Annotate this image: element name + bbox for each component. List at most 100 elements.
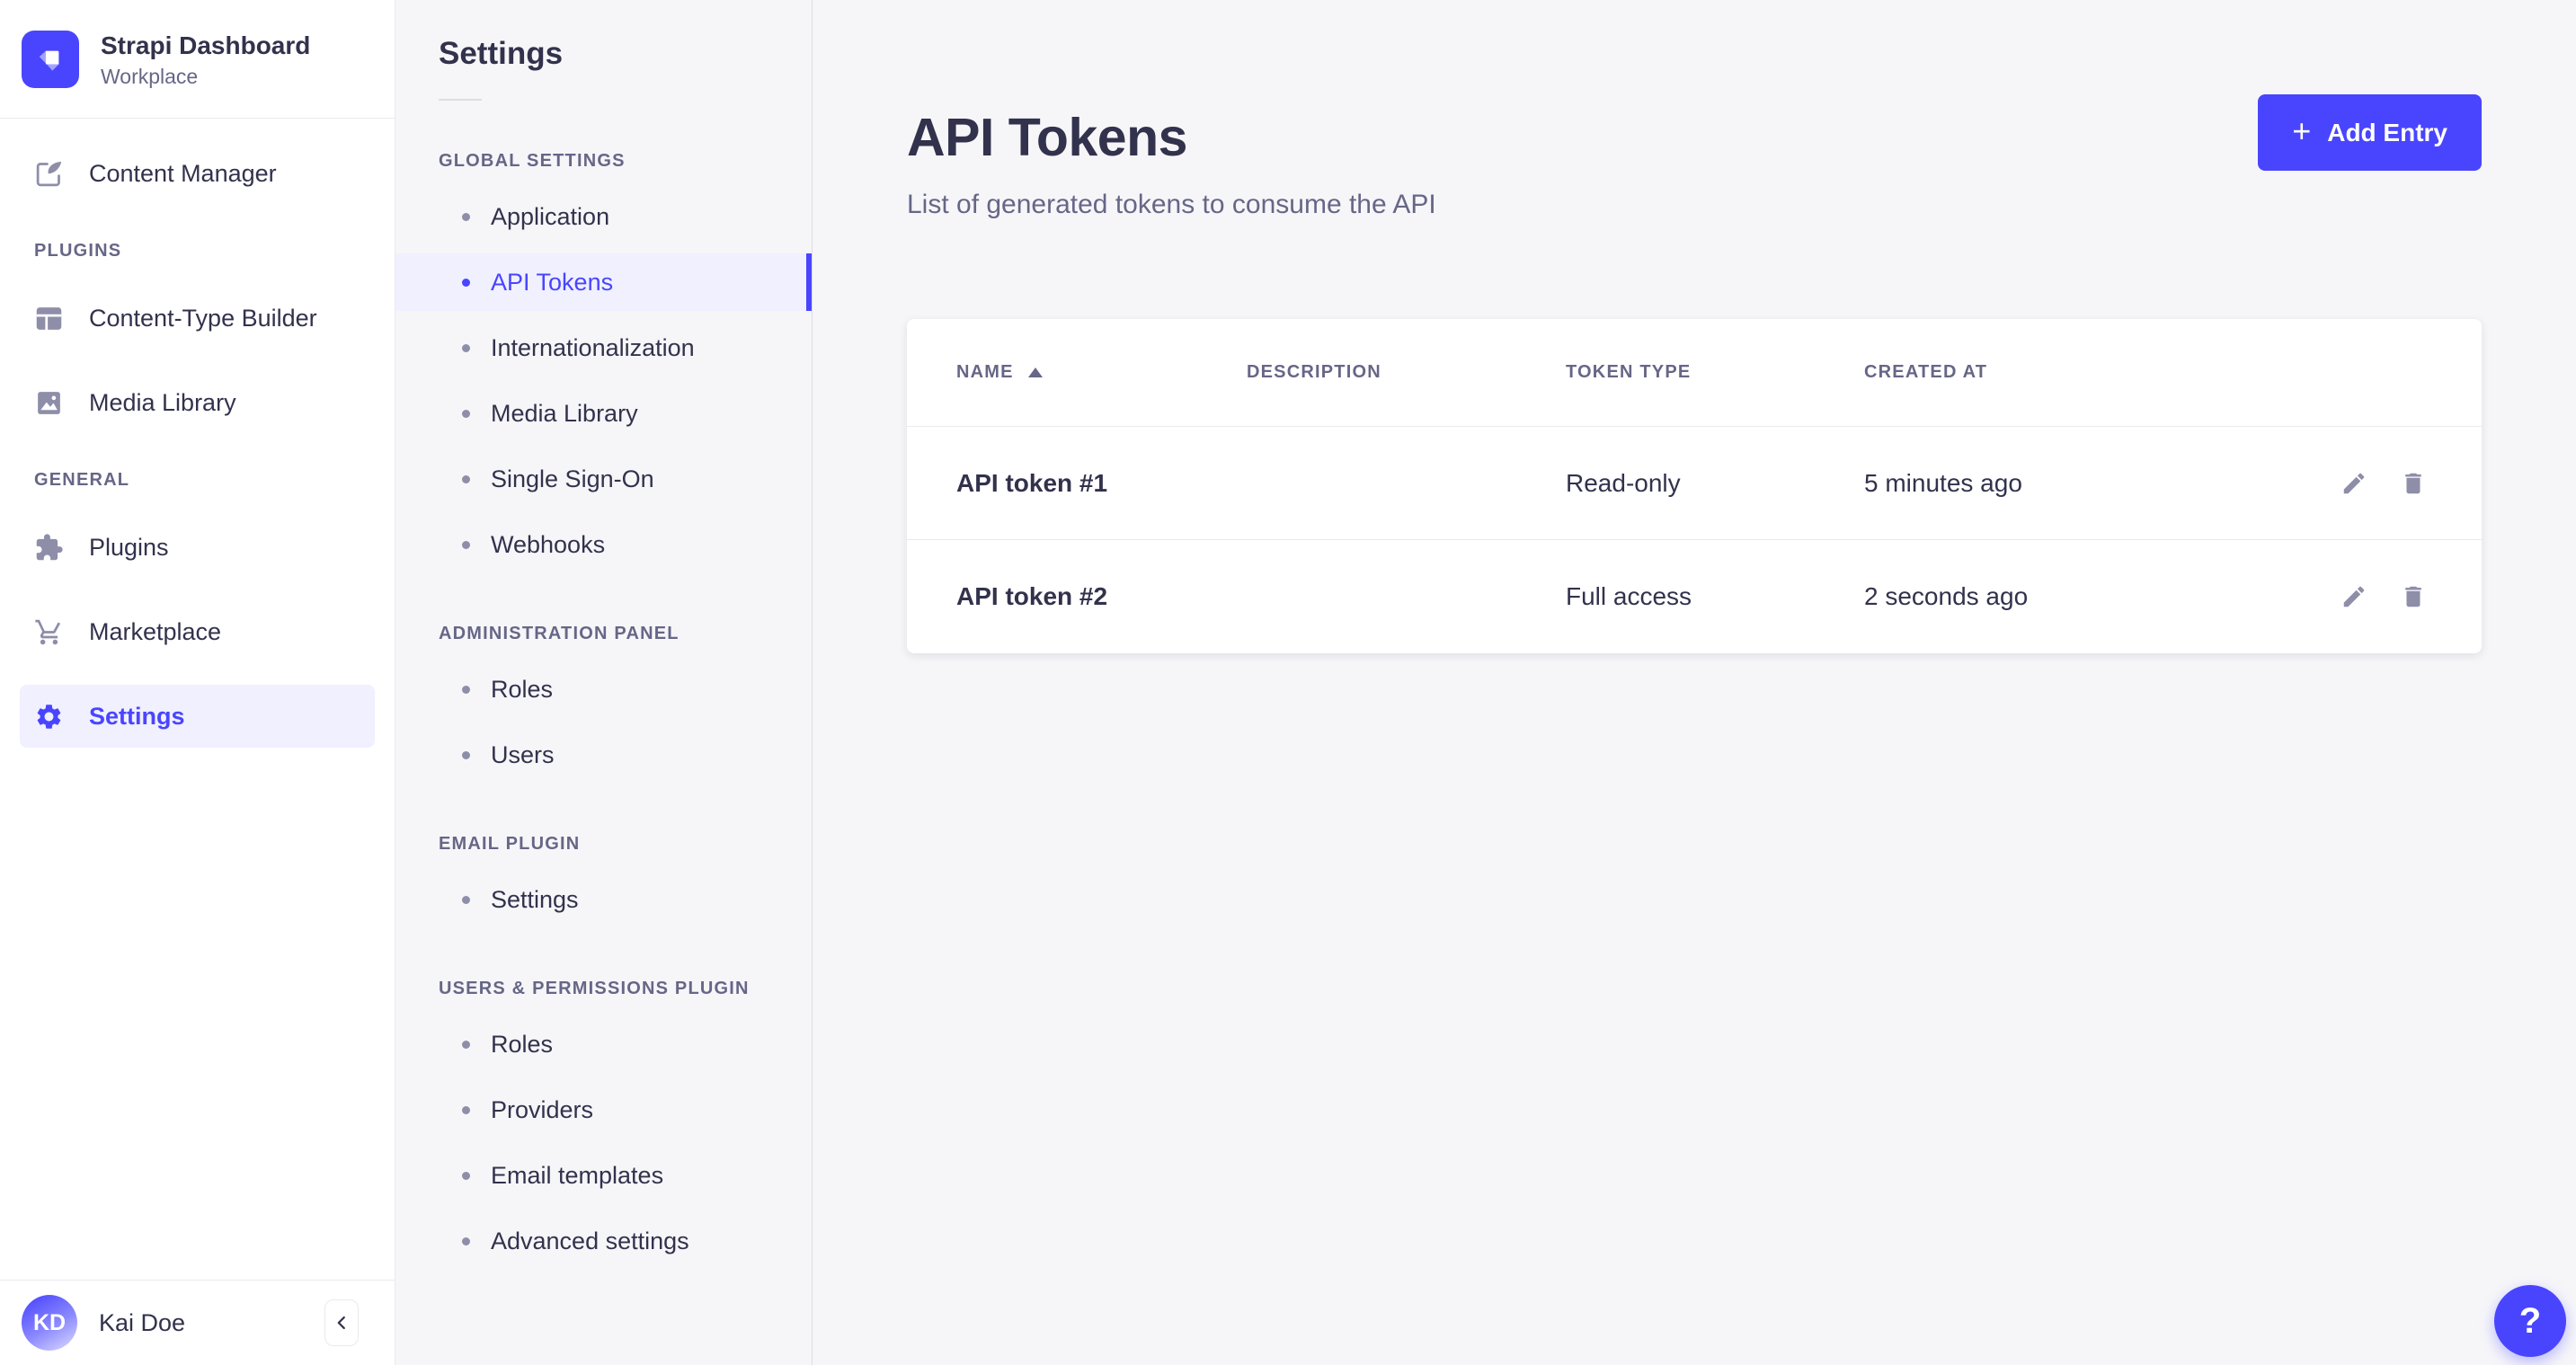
sidebar-section-plugins: PLUGINS — [34, 241, 375, 261]
gear-icon — [34, 702, 64, 731]
bullet-icon — [462, 686, 470, 694]
layout-icon — [34, 304, 64, 333]
chevron-left-icon — [332, 1313, 351, 1333]
sidebar-item-plugins[interactable]: Plugins — [20, 516, 375, 579]
bullet-icon — [462, 896, 470, 904]
settings-item-media-library[interactable]: Media Library — [395, 385, 812, 442]
column-header-name[interactable]: NAME — [956, 362, 1247, 383]
settings-item-admin-users[interactable]: Users — [395, 726, 812, 784]
sidebar-item-content-type-builder[interactable]: Content-Type Builder — [20, 287, 375, 350]
edit-button[interactable] — [2335, 465, 2373, 502]
settings-item-label: Application — [491, 203, 609, 231]
settings-item-webhooks[interactable]: Webhooks — [395, 516, 812, 573]
main-content: API Tokens List of generated tokens to c… — [813, 0, 2576, 1365]
collapse-sidebar-button[interactable] — [324, 1299, 359, 1346]
column-header-label: NAME — [956, 362, 1014, 383]
column-header-created-at: CREATED AT — [1864, 362, 2297, 383]
settings-item-advanced-settings[interactable]: Advanced settings — [395, 1212, 812, 1270]
sort-ascending-icon — [1028, 368, 1043, 377]
settings-item-email-templates[interactable]: Email templates — [395, 1147, 812, 1204]
settings-item-label: Users — [491, 741, 555, 769]
settings-item-admin-roles[interactable]: Roles — [395, 660, 812, 718]
bullet-icon — [462, 279, 470, 287]
add-entry-label: Add Entry — [2327, 119, 2447, 147]
table-header-row: NAME DESCRIPTION TOKEN TYPE CREATED AT — [907, 319, 2482, 427]
brand: Strapi Dashboard Workplace — [0, 0, 395, 119]
sidebar-item-label: Plugins — [89, 534, 169, 562]
sidebar-item-label: Content Manager — [89, 160, 277, 188]
help-button[interactable]: ? — [2494, 1285, 2566, 1357]
column-header-description: DESCRIPTION — [1247, 362, 1566, 383]
trash-icon — [2400, 470, 2427, 497]
edit-button[interactable] — [2335, 578, 2373, 616]
settings-section-global-settings: GLOBAL SETTINGS — [439, 151, 812, 172]
bullet-icon — [462, 1172, 470, 1180]
settings-item-providers[interactable]: Providers — [395, 1081, 812, 1139]
settings-sub-sidebar: Settings GLOBAL SETTINGS Application API… — [395, 0, 813, 1365]
pencil-icon — [2341, 470, 2367, 497]
main-nav: Content Manager PLUGINS Content-Type Bui… — [0, 119, 395, 748]
table-row[interactable]: API token #2 Full access 2 seconds ago — [907, 540, 2482, 653]
cell-name: API token #1 — [956, 469, 1247, 498]
delete-button[interactable] — [2394, 578, 2432, 616]
trash-icon — [2400, 583, 2427, 610]
brand-title: Strapi Dashboard — [101, 30, 310, 61]
settings-item-single-sign-on[interactable]: Single Sign-On — [395, 450, 812, 508]
api-tokens-table: NAME DESCRIPTION TOKEN TYPE CREATED AT A… — [907, 319, 2482, 653]
row-actions — [2297, 578, 2432, 616]
page-title: API Tokens — [907, 107, 1436, 168]
cell-token-type: Full access — [1566, 582, 1864, 611]
sidebar-item-settings[interactable]: Settings — [20, 685, 375, 748]
settings-item-email-settings[interactable]: Settings — [395, 871, 812, 928]
settings-item-label: Single Sign-On — [491, 465, 654, 493]
table-row[interactable]: API token #1 Read-only 5 minutes ago — [907, 427, 2482, 540]
plus-icon: + — [2292, 115, 2311, 147]
settings-item-label: Advanced settings — [491, 1228, 689, 1255]
bullet-icon — [462, 751, 470, 759]
settings-item-label: Webhooks — [491, 531, 605, 559]
puzzle-icon — [34, 533, 64, 563]
settings-item-label: Providers — [491, 1096, 593, 1124]
settings-section-users-permissions-plugin: USERS & PERMISSIONS PLUGIN — [439, 979, 812, 999]
bullet-icon — [462, 1106, 470, 1114]
settings-item-label: Internationalization — [491, 334, 695, 362]
settings-section-email-plugin: EMAIL PLUGIN — [439, 834, 812, 855]
bullet-icon — [462, 1041, 470, 1049]
pen-square-icon — [34, 159, 64, 189]
bullet-icon — [462, 1237, 470, 1245]
bullet-icon — [462, 475, 470, 483]
settings-item-label: Email templates — [491, 1162, 663, 1190]
sidebar-item-label: Marketplace — [89, 618, 221, 646]
sidebar-item-label: Media Library — [89, 389, 236, 417]
brand-subtitle: Workplace — [101, 65, 310, 89]
settings-item-label: Roles — [491, 676, 553, 704]
page-subtitle: List of generated tokens to consume the … — [907, 190, 1436, 220]
main-sidebar: Strapi Dashboard Workplace Content Manag… — [0, 0, 395, 1365]
cell-token-type: Read-only — [1566, 469, 1864, 498]
delete-button[interactable] — [2394, 465, 2432, 502]
settings-item-up-roles[interactable]: Roles — [395, 1015, 812, 1073]
column-header-token-type: TOKEN TYPE — [1566, 362, 1864, 383]
cart-icon — [34, 617, 64, 647]
add-entry-button[interactable]: + Add Entry — [2258, 94, 2482, 171]
sidebar-item-content-manager[interactable]: Content Manager — [20, 142, 375, 205]
user-name: Kai Doe — [99, 1309, 185, 1337]
divider — [439, 99, 482, 101]
settings-section-administration-panel: ADMINISTRATION PANEL — [439, 624, 812, 644]
strapi-logo-icon — [22, 31, 79, 88]
page-header: API Tokens List of generated tokens to c… — [907, 94, 2482, 220]
avatar: KD — [22, 1295, 77, 1351]
bullet-icon — [462, 541, 470, 549]
settings-item-internationalization[interactable]: Internationalization — [395, 319, 812, 377]
settings-item-label: Media Library — [491, 400, 638, 428]
settings-item-application[interactable]: Application — [395, 188, 812, 245]
sidebar-item-media-library[interactable]: Media Library — [20, 371, 375, 434]
brand-text: Strapi Dashboard Workplace — [101, 30, 310, 89]
cell-name: API token #2 — [956, 582, 1247, 611]
settings-item-api-tokens[interactable]: API Tokens — [395, 253, 812, 311]
settings-item-label: API Tokens — [491, 269, 613, 297]
user-info[interactable]: KD Kai Doe — [22, 1295, 185, 1351]
bullet-icon — [462, 410, 470, 418]
sidebar-item-label: Content-Type Builder — [89, 305, 317, 332]
sidebar-item-marketplace[interactable]: Marketplace — [20, 600, 375, 663]
